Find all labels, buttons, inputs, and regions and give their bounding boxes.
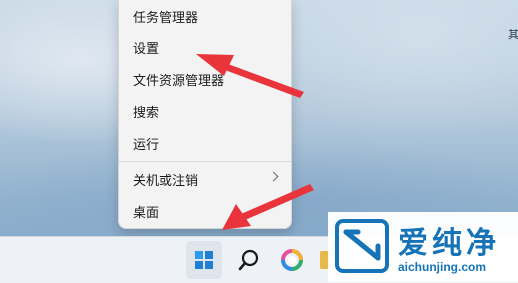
menu-item-desktop[interactable]: 桌面 [119, 196, 291, 226]
taskbar-search-button[interactable] [236, 246, 262, 274]
chevron-right-icon [268, 171, 279, 182]
search-icon [238, 249, 259, 271]
windows-start-icon [195, 251, 213, 269]
menu-item-run[interactable]: 运行 [119, 128, 291, 158]
menu-item-task-manager[interactable]: 任务管理器 [119, 1, 291, 31]
menu-divider [119, 161, 291, 162]
taskbar-copilot-button[interactable] [279, 246, 305, 274]
menu-item-label: 搜索 [133, 105, 160, 121]
menu-item-file-explorer[interactable]: 文件资源管理器 [119, 64, 291, 94]
menu-item-label: 桌面 [133, 205, 160, 221]
watermark-url: aichunjing.com [398, 260, 487, 274]
site-watermark: 爱纯净 aichunjing.com [328, 212, 518, 282]
menu-item-label: 设置 [133, 41, 160, 57]
menu-item-settings[interactable]: 设置 [119, 32, 291, 62]
menu-item-label: 运行 [133, 137, 160, 153]
menu-item-label: 任务管理器 [133, 10, 199, 26]
watermark-logo-icon [335, 219, 389, 273]
desktop-edge-text: 其 [508, 28, 518, 41]
menu-item-label: 文件资源管理器 [133, 73, 225, 89]
menu-item-label: 关机或注销 [133, 173, 199, 189]
start-button[interactable] [186, 241, 222, 279]
copilot-icon [281, 249, 303, 271]
menu-item-shutdown-signout[interactable]: 关机或注销 [119, 164, 291, 194]
watermark-name: 爱纯净 [398, 226, 500, 261]
menu-item-search[interactable]: 搜索 [119, 96, 291, 126]
start-context-menu: 任务管理器 设置 文件资源管理器 搜索 运行 关机或注销 桌面 [118, 0, 292, 229]
